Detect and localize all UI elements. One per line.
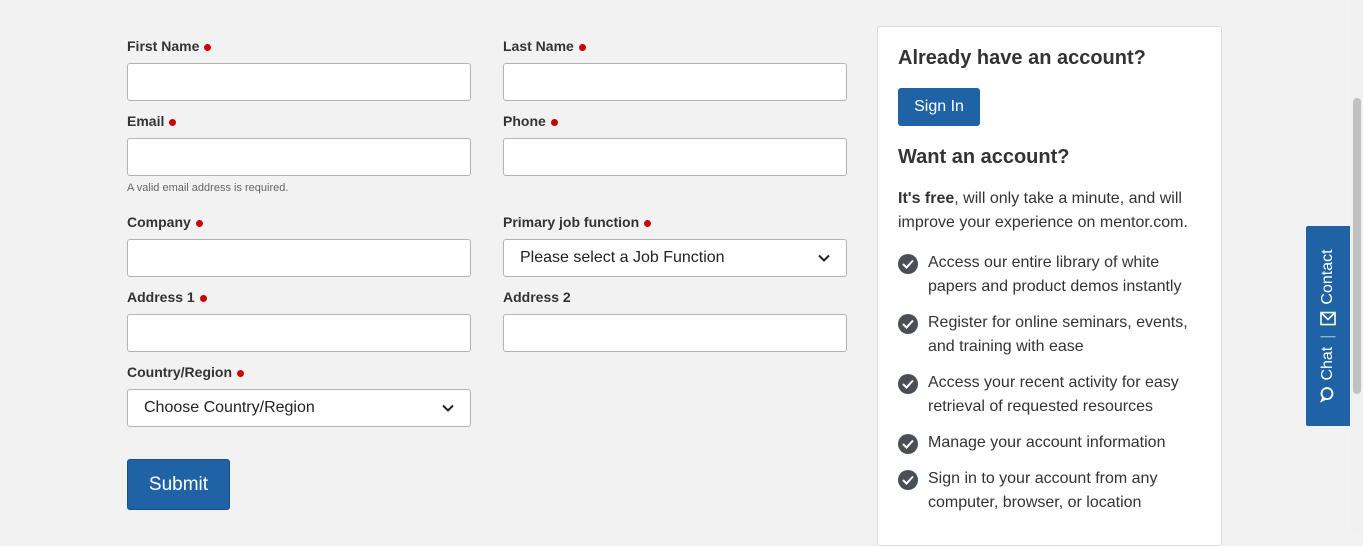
page-scrollbar[interactable] <box>1351 0 1363 533</box>
contact-link[interactable]: Contact <box>1319 249 1337 326</box>
job-function-field: Primary job function Please select a Job… <box>503 212 847 277</box>
check-circle-icon <box>898 470 918 490</box>
chat-link[interactable]: Chat <box>1319 347 1337 403</box>
country-select[interactable]: Choose Country/Region <box>127 389 471 427</box>
address2-field: Address 2 <box>503 287 847 352</box>
company-label: Company <box>127 212 471 232</box>
sign-in-button[interactable]: Sign In <box>898 88 980 126</box>
required-indicator <box>237 369 244 377</box>
first-name-field: First Name <box>127 36 471 101</box>
address1-label: Address 1 <box>127 287 471 307</box>
company-field: Company <box>127 212 471 277</box>
job-function-select[interactable]: Please select a Job Function <box>503 239 847 277</box>
required-indicator <box>550 118 558 126</box>
benefit-item: Access our entire library of white paper… <box>898 251 1198 299</box>
email-input[interactable] <box>127 138 471 176</box>
phone-input[interactable] <box>503 138 847 176</box>
required-indicator <box>644 219 652 227</box>
required-indicator <box>578 43 586 51</box>
required-indicator <box>204 43 212 51</box>
check-circle-icon <box>898 314 918 334</box>
tab-separator: | <box>1319 334 1336 339</box>
phone-label: Phone <box>503 111 847 131</box>
benefit-item: Access your recent activity for easy ret… <box>898 371 1198 419</box>
phone-field: Phone <box>503 111 847 176</box>
chat-contact-tab: Chat | Contact <box>1306 226 1350 426</box>
chevron-down-icon <box>818 252 830 264</box>
last-name-input[interactable] <box>503 63 847 101</box>
account-panel: Already have an account? Sign In Want an… <box>877 26 1222 546</box>
company-input[interactable] <box>127 239 471 277</box>
existing-account-heading: Already have an account? <box>898 47 1146 69</box>
address1-field: Address 1 <box>127 287 471 352</box>
benefit-item: Register for online seminars, events, an… <box>898 311 1198 359</box>
last-name-label: Last Name <box>503 36 847 56</box>
country-field: Country/Region Choose Country/Region <box>127 362 471 427</box>
job-function-value: Please select a Job Function <box>520 249 725 266</box>
required-indicator <box>199 294 207 302</box>
chat-icon <box>1320 387 1336 403</box>
check-circle-icon <box>898 434 918 454</box>
first-name-input[interactable] <box>127 63 471 101</box>
check-circle-icon <box>898 254 918 274</box>
account-intro: It's free, will only take a minute, and … <box>898 190 1188 231</box>
scrollbar-thumb[interactable] <box>1353 98 1361 394</box>
address2-input[interactable] <box>503 314 847 352</box>
new-account-heading: Want an account? <box>898 146 1070 168</box>
email-hint: A valid email address is required. <box>127 182 289 194</box>
last-name-field: Last Name <box>503 36 847 101</box>
country-label: Country/Region <box>127 362 471 382</box>
address1-input[interactable] <box>127 314 471 352</box>
required-indicator <box>169 118 177 126</box>
required-indicator <box>195 219 203 227</box>
first-name-label: First Name <box>127 36 471 56</box>
mail-icon <box>1320 311 1336 327</box>
email-label: Email <box>127 111 471 131</box>
check-circle-icon <box>898 374 918 394</box>
benefit-item: Sign in to your account from any compute… <box>898 467 1198 515</box>
email-field: Email A valid email address is required. <box>127 111 471 194</box>
country-value: Choose Country/Region <box>144 399 315 416</box>
job-function-label: Primary job function <box>503 212 847 232</box>
address2-label: Address 2 <box>503 289 571 305</box>
submit-button[interactable]: Submit <box>127 459 230 510</box>
benefit-item: Manage your account information <box>898 431 1198 455</box>
chevron-down-icon <box>442 402 454 414</box>
